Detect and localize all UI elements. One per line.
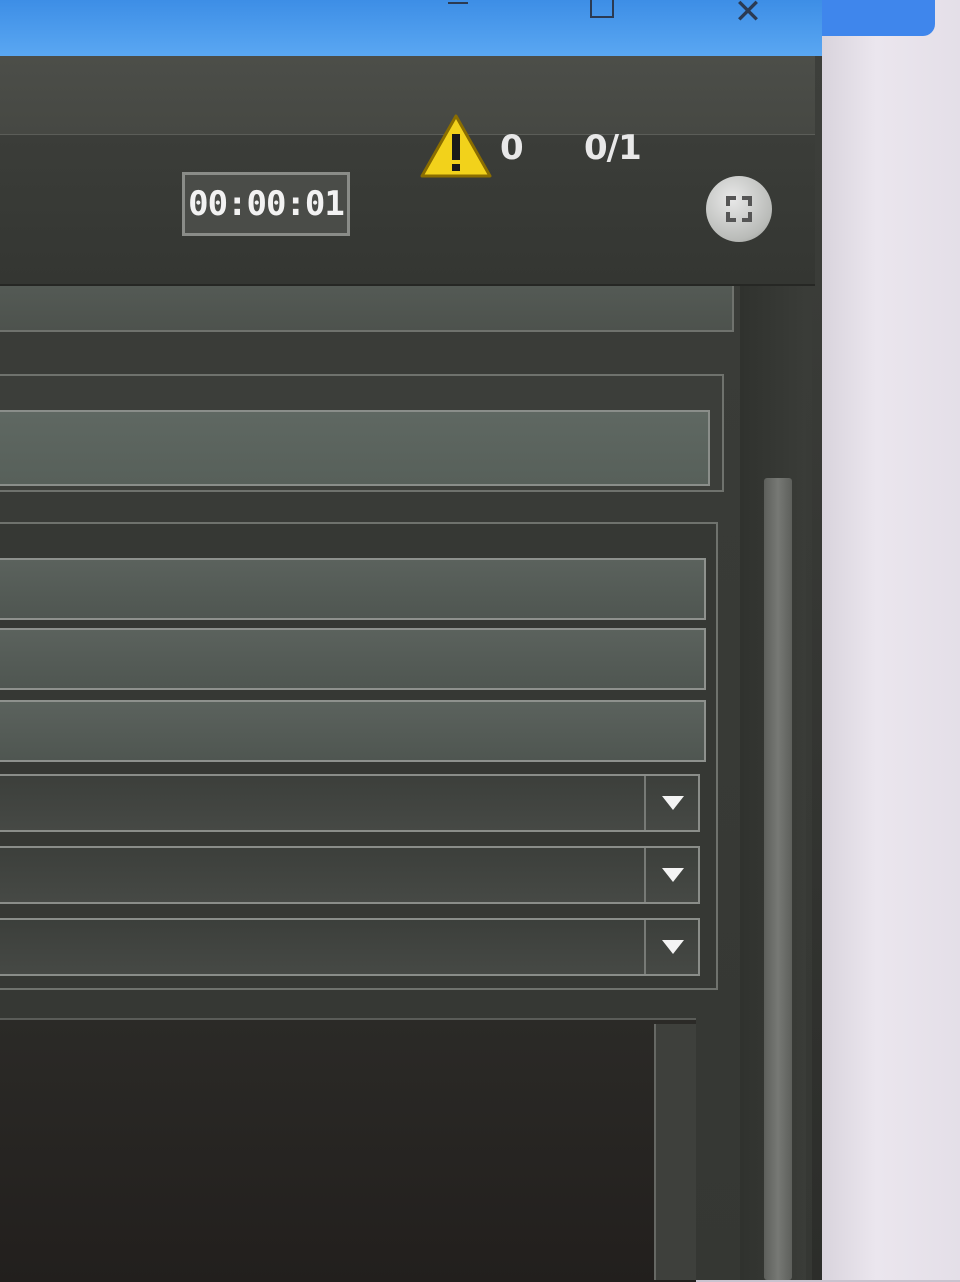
- list-area: [0, 1018, 696, 1282]
- dropdown-select[interactable]: [0, 774, 700, 832]
- desktop-background: [820, 0, 960, 1280]
- header-panel: [0, 286, 734, 332]
- adjacent-window-edge: [820, 0, 935, 36]
- elapsed-timer: 00:00:01: [182, 172, 350, 236]
- status-toolbar: 00:00:01: [0, 136, 815, 286]
- dropdown-select[interactable]: [0, 918, 700, 976]
- menu-strip: [0, 56, 815, 135]
- text-field[interactable]: [0, 700, 706, 762]
- chevron-down-icon[interactable]: [644, 920, 698, 974]
- minimize-button[interactable]: [438, 0, 478, 24]
- maximize-button[interactable]: [584, 0, 624, 24]
- text-field[interactable]: [0, 410, 710, 486]
- chevron-down-icon[interactable]: [644, 776, 698, 830]
- close-button[interactable]: ✕: [728, 0, 768, 29]
- scrollbar-thumb[interactable]: [764, 478, 792, 1280]
- warning-count: 0: [500, 128, 524, 168]
- progress-ratio: 0/1: [584, 128, 642, 168]
- fullscreen-icon: [726, 196, 752, 222]
- dropdown-select[interactable]: [0, 846, 700, 904]
- text-field[interactable]: [0, 558, 706, 620]
- warning-icon: [420, 114, 492, 178]
- window-title-bar: ✕: [0, 0, 822, 56]
- list-scroll-edge: [654, 1024, 696, 1280]
- text-field[interactable]: [0, 628, 706, 690]
- chevron-down-icon[interactable]: [644, 848, 698, 902]
- main-content: [0, 286, 812, 1282]
- fullscreen-button[interactable]: [706, 176, 772, 242]
